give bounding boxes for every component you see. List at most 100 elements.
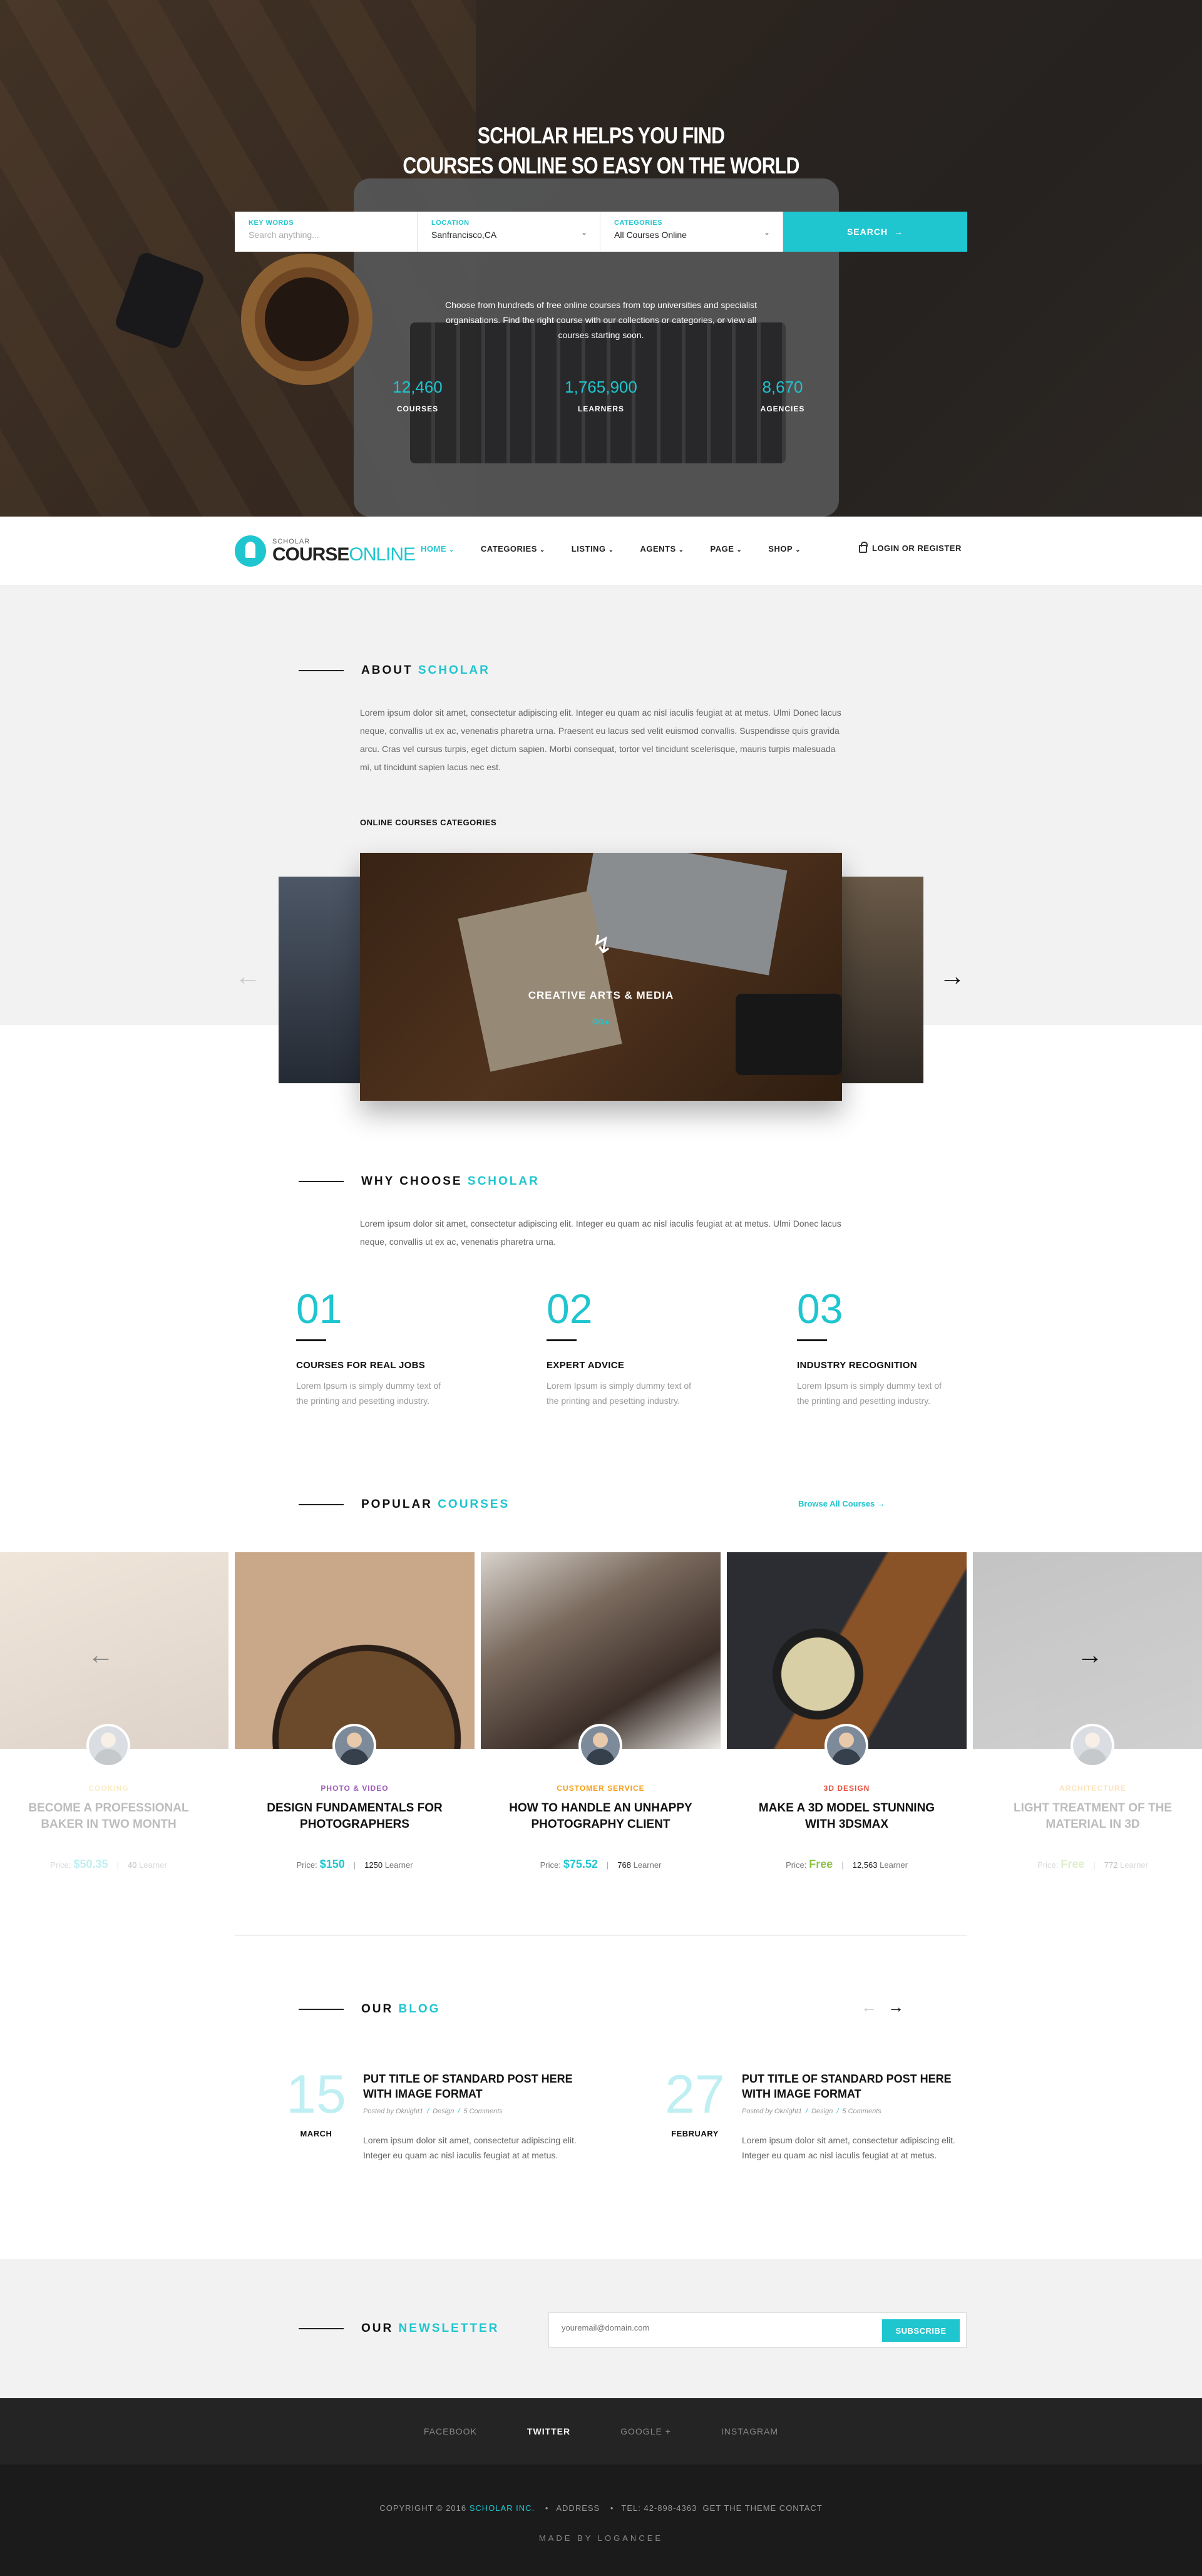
chevron-down-icon: ⌄ [678, 547, 684, 554]
slide-caption: CREATIVE ARTS & MEDIA [528, 989, 674, 1001]
course-category: 3D DESIGN [823, 1784, 870, 1793]
slider-next-arrow-icon[interactable]: → [939, 963, 965, 989]
course-title[interactable]: HOW TO HANDLE AN UNHAPPY PHOTOGRAPHY CLI… [500, 1800, 702, 1833]
post-meta: Posted by Oknight1/Design/5 Comments [742, 2108, 881, 2115]
course-title[interactable]: DESIGN FUNDAMENTALS FOR PHOTOGRAPHERS [254, 1800, 456, 1833]
stat-learners: 1,765,900 LEARNERS [545, 378, 657, 413]
instructor-avatar [332, 1724, 376, 1768]
instructor-avatar [86, 1724, 130, 1768]
company-link[interactable]: SCHOLAR INC. [470, 2503, 535, 2513]
social-link-twitter[interactable]: TWITTER [527, 2426, 570, 2436]
chevron-down-icon: ⌄ [608, 547, 614, 554]
keywords-label: KEY WORDS [249, 219, 294, 227]
post-excerpt: Lorem ipsum dolor sit amet, consectetur … [363, 2135, 577, 2160]
course-card[interactable]: CUSTOMER SERVICE HOW TO HANDLE AN UNHAPP… [481, 1552, 721, 1890]
categories-select[interactable]: CATEGORIES All Courses Online ⌄ [600, 212, 783, 252]
logo-wordmark: COURSEONLINE [272, 544, 416, 565]
feature-item: 03 INDUSTRY RECOGNITION Lorem Ipsum is s… [797, 1285, 942, 1406]
chevron-down-icon: ⌄ [763, 228, 770, 237]
course-image [0, 1552, 229, 1749]
search-bar: KEY WORDS Search anything... LOCATION Sa… [235, 212, 967, 252]
subscribe-button[interactable]: SUBSCRIBE [882, 2319, 960, 2342]
nav-item-agents[interactable]: AGENTS ⌄ [640, 544, 684, 554]
logo-icon [235, 535, 266, 567]
login-register-link[interactable]: LOGIN OR REGISTER [859, 542, 962, 553]
course-card[interactable]: 3D DESIGN MAKE A 3D MODEL STUNNING WITH … [727, 1552, 967, 1890]
login-label: LOGIN OR REGISTER [872, 544, 962, 553]
stat-label: COURSES [396, 404, 439, 413]
course-title[interactable]: MAKE A 3D MODEL STUNNING WITH 3DSMAX [746, 1800, 948, 1833]
why-text: Lorem ipsum dolor sit amet, consectetur … [360, 1218, 841, 1247]
location-value: Sanfrancisco,CA [431, 230, 497, 240]
category-slide-next[interactable] [836, 877, 923, 1083]
blog-next-arrow-icon[interactable]: → [888, 1997, 904, 2017]
instructor-avatar [578, 1724, 622, 1768]
blog-prev-arrow-icon[interactable]: ← [861, 1997, 877, 2017]
stat-value: 1,765,900 [565, 378, 637, 396]
post-title[interactable]: PUT TITLE OF STANDARD POST HERE WITH IMA… [742, 2071, 967, 2101]
contact-link[interactable]: GET THE THEME CONTACT [702, 2503, 822, 2513]
stat-value: 8,670 [762, 378, 803, 396]
course-card[interactable]: COOKING BECOME A PROFESSIONAL BAKER IN T… [0, 1552, 229, 1890]
post-month: FEBRUARY [671, 2129, 719, 2138]
newsletter-section: OUR NEWSLETTER SUBSCRIBE [0, 2259, 1202, 2398]
search-button[interactable]: SEARCH → [783, 212, 967, 252]
search-button-label: SEARCH [846, 227, 888, 237]
categories-label: CATEGORIES [614, 219, 662, 227]
course-card[interactable]: PHOTO & VIDEO DESIGN FUNDAMENTALS FOR PH… [235, 1552, 475, 1890]
stat-agencies: 8,670 AGENCIES [726, 378, 839, 413]
course-title[interactable]: LIGHT TREATMENT OF THE MATERIAL IN 3D [992, 1800, 1194, 1833]
feature-item: 01 COURSES FOR REAL JOBS Lorem Ipsum is … [296, 1285, 441, 1406]
location-label: LOCATION [431, 219, 470, 227]
hero-title-line1: SCHOLAR HELPS YOU FIND [477, 123, 725, 148]
courses-next-arrow-icon[interactable]: → [1077, 1642, 1103, 1668]
keywords-field[interactable]: KEY WORDS Search anything... [235, 212, 418, 252]
course-title[interactable]: BECOME A PROFESSIONAL BAKER IN TWO MONTH [8, 1800, 210, 1833]
post-meta: Posted by Oknight1/Design/5 Comments [363, 2108, 503, 2115]
post-month: MARCH [300, 2129, 332, 2138]
section-divider [235, 1935, 967, 1936]
arrow-right-icon: → [894, 227, 904, 237]
stat-courses: 12,460 COURSES [361, 378, 474, 413]
newsletter-email-input[interactable] [562, 2323, 824, 2332]
hero-section: SCHOLAR HELPS YOU FIND COURSES ONLINE SO… [0, 0, 1202, 517]
category-slide-prev[interactable] [279, 877, 366, 1083]
nav-menu: HOME ⌄ CATEGORIES ⌄ LISTING ⌄ AGENTS ⌄ PAGE ⌄… [421, 544, 827, 554]
category-slide-active[interactable]: ↯ CREATIVE ARTS & MEDIA GO ▸ [360, 853, 842, 1101]
keywords-input[interactable]: Search anything... [249, 230, 403, 240]
instructor-avatar [824, 1724, 868, 1768]
social-link-facebook[interactable]: FACEBOOK [424, 2426, 477, 2436]
instructor-avatar [1071, 1724, 1114, 1768]
course-image [727, 1552, 967, 1749]
site-logo[interactable]: SCHOLAR COURSEONLINE [235, 535, 416, 567]
course-image [481, 1552, 721, 1749]
course-category: COOKING [88, 1784, 129, 1793]
course-meta: Price: Free | 772 Learner [1037, 1858, 1148, 1870]
chevron-down-icon: ⌄ [795, 547, 801, 554]
nav-item-categories[interactable]: CATEGORIES ⌄ [481, 544, 545, 554]
hero-title-line2: COURSES ONLINE SO EASY ON THE WORLD [403, 153, 799, 178]
social-link-instagram[interactable]: INSTAGRAM [721, 2426, 778, 2436]
post-excerpt: Lorem ipsum dolor sit amet, consectetur … [742, 2135, 955, 2160]
course-meta: Price: $50.35 | 40 Learner [50, 1858, 167, 1870]
course-card[interactable]: ARCHITECTURE LIGHT TREATMENT OF THE MATE… [973, 1552, 1202, 1890]
nav-item-listing[interactable]: LISTING ⌄ [572, 544, 614, 554]
post-title[interactable]: PUT TITLE OF STANDARD POST HERE WITH IMA… [363, 2071, 588, 2101]
why-heading: WHY CHOOSE SCHOLAR [299, 1175, 540, 1188]
location-select[interactable]: LOCATION Sanfrancisco,CA ⌄ [418, 212, 600, 252]
nav-item-page[interactable]: PAGE ⌄ [711, 544, 742, 554]
browse-all-courses-link[interactable]: Browse All Courses → [798, 1499, 885, 1508]
courses-prev-arrow-icon[interactable]: ← [88, 1642, 114, 1668]
slider-prev-arrow-icon[interactable]: ← [235, 963, 261, 989]
nav-item-home[interactable]: HOME ⌄ [421, 544, 455, 554]
categories-subtitle: ONLINE COURSES CATEGORIES [360, 818, 497, 827]
main-navigation: SCHOLAR COURSEONLINE HOME ⌄ CATEGORIES ⌄ L… [0, 517, 1202, 585]
stat-value: 12,460 [393, 378, 443, 396]
nav-item-shop[interactable]: SHOP ⌄ [768, 544, 801, 554]
course-meta: Price: Free | 12,563 Learner [786, 1858, 908, 1870]
blog-heading: OUR BLOG [299, 2002, 440, 2016]
slide-go-link[interactable]: GO ▸ [360, 1018, 842, 1026]
social-link-google[interactable]: GOOGLE + [620, 2426, 671, 2436]
about-text: Lorem ipsum dolor sit amet, consectetur … [360, 708, 841, 772]
hero-description: Choose from hundreds of free online cour… [444, 300, 758, 340]
